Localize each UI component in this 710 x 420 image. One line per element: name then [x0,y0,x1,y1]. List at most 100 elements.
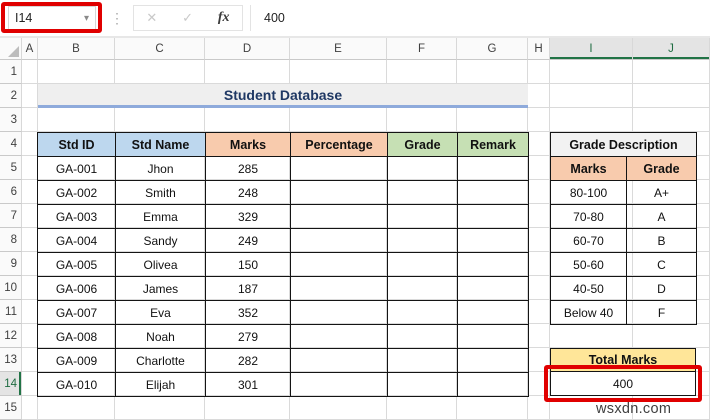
student-std-name-cell[interactable]: Elijah [115,372,206,397]
cell-A15[interactable] [22,396,38,420]
grade-range-cell[interactable]: 60-70 [550,228,627,253]
cell-A8[interactable] [22,228,38,252]
column-header-D[interactable]: D [205,38,290,60]
student-marks-cell[interactable]: 285 [205,156,291,181]
row-header-5[interactable]: 5 [0,156,22,180]
column-header-G[interactable]: G [457,38,528,60]
cell-I2[interactable] [550,84,633,108]
cell-A4[interactable] [22,132,38,156]
student-grade-cell[interactable] [387,156,458,181]
grade-letter-cell[interactable]: C [626,252,697,277]
cell-E1[interactable] [290,60,387,84]
student-percentage-cell[interactable] [290,348,388,373]
cell-H4[interactable] [528,132,550,156]
student-remark-cell[interactable] [457,252,529,277]
student-grade-cell[interactable] [387,276,458,301]
row-header-15[interactable]: 15 [0,396,22,420]
student-percentage-cell[interactable] [290,300,388,325]
student-grade-cell[interactable] [387,204,458,229]
student-std-name-cell[interactable]: Jhon [115,156,206,181]
student-marks-cell[interactable]: 248 [205,180,291,205]
cell-H8[interactable] [528,228,550,252]
grade-letter-cell[interactable]: A+ [626,180,697,205]
student-grade-cell[interactable] [387,324,458,349]
student-percentage-cell[interactable] [290,228,388,253]
grade-letter-cell[interactable]: B [626,228,697,253]
grade-letter-cell[interactable]: D [626,276,697,301]
student-grade-cell[interactable] [387,372,458,397]
cell-C15[interactable] [115,396,205,420]
student-percentage-cell[interactable] [290,276,388,301]
row-header-13[interactable]: 13 [0,348,22,372]
select-all-corner[interactable] [0,38,22,60]
cancel-icon[interactable]: ✕ [146,10,157,26]
student-std-id-cell[interactable]: GA-006 [37,276,116,301]
student-marks-cell[interactable]: 279 [205,324,291,349]
row-header-3[interactable]: 3 [0,108,22,132]
grade-range-cell[interactable]: 80-100 [550,180,627,205]
student-grade-cell[interactable] [387,180,458,205]
cell-H7[interactable] [528,204,550,228]
cell-C3[interactable] [115,108,205,132]
student-marks-cell[interactable]: 329 [205,204,291,229]
student-percentage-cell[interactable] [290,204,388,229]
student-remark-cell[interactable] [457,324,529,349]
insert-function-icon[interactable]: fx [218,10,230,26]
student-std-id-cell[interactable]: GA-010 [37,372,116,397]
grade-range-cell[interactable]: 50-60 [550,252,627,277]
grade-range-cell[interactable]: Below 40 [550,300,627,325]
student-table-header[interactable]: Remark [457,132,529,157]
student-table-header[interactable]: Percentage [290,132,388,157]
cell-H9[interactable] [528,252,550,276]
cell-F1[interactable] [387,60,457,84]
student-marks-cell[interactable]: 187 [205,276,291,301]
student-percentage-cell[interactable] [290,372,388,397]
cell-J3[interactable] [633,108,710,132]
cell-A13[interactable] [22,348,38,372]
student-marks-cell[interactable]: 282 [205,348,291,373]
cell-J1[interactable] [633,60,710,84]
student-std-name-cell[interactable]: Noah [115,324,206,349]
student-remark-cell[interactable] [457,204,529,229]
row-header-6[interactable]: 6 [0,180,22,204]
cell-E3[interactable] [290,108,387,132]
cell-H12[interactable] [528,324,550,348]
student-grade-cell[interactable] [387,348,458,373]
cell-H13[interactable] [528,348,550,372]
student-std-id-cell[interactable]: GA-004 [37,228,116,253]
student-std-id-cell[interactable]: GA-003 [37,204,116,229]
grade-range-cell[interactable]: 70-80 [550,204,627,229]
cell-D1[interactable] [205,60,290,84]
sheet-title-cell[interactable]: Student Database [38,84,528,108]
grade-table-title[interactable]: Grade Description [550,132,697,157]
column-header-J[interactable]: J [633,38,710,60]
cell-B3[interactable] [38,108,115,132]
column-header-F[interactable]: F [387,38,457,60]
grade-letter-cell[interactable]: F [626,300,697,325]
column-header-B[interactable]: B [38,38,115,60]
cell-G3[interactable] [457,108,528,132]
formula-input[interactable]: 400 [250,5,710,31]
cell-F3[interactable] [387,108,457,132]
total-marks-value-cell[interactable]: 400 [550,372,696,396]
cell-C1[interactable] [115,60,205,84]
cell-H11[interactable] [528,300,550,324]
student-marks-cell[interactable]: 352 [205,300,291,325]
cell-A7[interactable] [22,204,38,228]
cell-H2[interactable] [528,84,550,108]
cell-A11[interactable] [22,300,38,324]
student-table-header[interactable]: Std ID [37,132,116,157]
student-std-id-cell[interactable]: GA-007 [37,300,116,325]
student-std-name-cell[interactable]: Emma [115,204,206,229]
cell-I1[interactable] [550,60,633,84]
student-std-name-cell[interactable]: Smith [115,180,206,205]
student-grade-cell[interactable] [387,252,458,277]
name-box-dropdown-icon[interactable]: ▾ [84,13,89,24]
student-std-id-cell[interactable]: GA-008 [37,324,116,349]
cell-H15[interactable] [528,396,550,420]
cell-A14[interactable] [22,372,38,396]
student-remark-cell[interactable] [457,372,529,397]
student-table-header[interactable]: Grade [387,132,458,157]
cell-F15[interactable] [387,396,457,420]
student-percentage-cell[interactable] [290,156,388,181]
